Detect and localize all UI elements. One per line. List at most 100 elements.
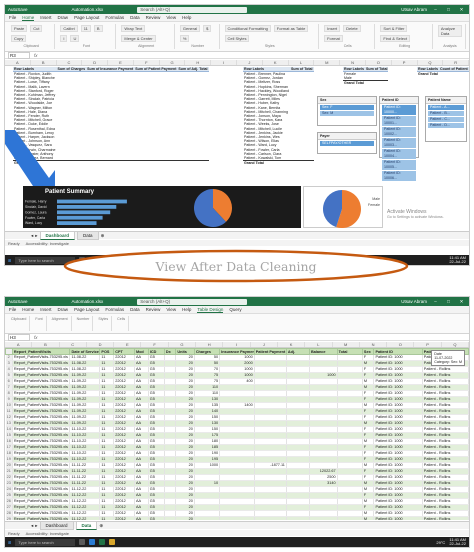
pivot-header[interactable]: Row Labels [343,67,365,72]
table-cell[interactable] [337,516,363,520]
table-cell[interactable]: Report_PatientVisits-753295.xls [12,516,71,520]
table-cell[interactable]: Report_PatientVisits-753295.xls [12,498,71,505]
table-cell[interactable] [286,516,310,520]
slicer-item[interactable]: Patient ID: 10001... [382,116,416,126]
taskbar-clock[interactable]: 11:41 AM 22-Jul-22 [449,537,466,547]
pivot-table-gender[interactable]: Row Labels Sum of Total Female Male Grand To… [343,67,389,86]
slicer-item[interactable]: Patient ID: 10002... [382,127,416,137]
status-accessibility[interactable]: Accessibility: Investigate [26,241,69,246]
menu-data[interactable]: Data [130,307,140,312]
table-cell[interactable]: Report_PatientVisits-753295.xls [12,474,71,481]
pivot-header[interactable]: Sum of Charges [56,67,87,72]
status-accessibility[interactable]: Accessibility: Investigate [26,531,69,536]
close-icon[interactable]: ✕ [457,7,466,13]
table-cell[interactable] [254,516,287,520]
menu-file[interactable]: File [9,307,16,312]
table-cell[interactable]: Report_PatientVisits-753295.xls [12,390,71,397]
ribbon-button[interactable]: Cut [30,25,43,32]
table-cell[interactable]: Report_PatientVisits-753295.xls [12,504,71,511]
minimize-icon[interactable]: – [431,299,440,304]
ribbon-button[interactable]: Calibri [60,25,78,32]
menu-draw[interactable]: Draw [58,307,69,312]
dashboard-bar[interactable] [57,205,117,209]
menu-home[interactable]: Home [22,307,34,312]
table-cell[interactable]: Report_PatientVisits-753295.xls [12,450,71,457]
slicer-item[interactable]: Sex: M [320,111,374,116]
taskbar-search[interactable]: Type here to search [15,538,76,546]
menu-insert[interactable]: Insert [40,307,51,312]
worksheet-grid[interactable]: ABCDEFGHIJKLMNOPQ Report_PatientVisits Da… [5,342,469,520]
pivot-header[interactable]: Sum of Adj. Total [177,67,209,72]
sheet-tab-dashboard[interactable]: Dashboard [39,521,74,530]
sheet-nav-left-icon[interactable]: ◂ [31,233,33,239]
table-cell[interactable]: Report_PatientVisits-753295.xls [12,408,71,415]
menu-help[interactable]: Help [182,15,191,20]
excel-taskbar-icon[interactable] [99,539,106,545]
table-cell[interactable]: 22012 [113,516,135,520]
table-cell[interactable]: G5 [148,516,165,520]
dashboard-bar[interactable] [57,210,111,215]
windows-start-icon[interactable]: ⊞ [8,540,11,545]
menu-formulas[interactable]: Formulas [105,15,124,20]
slicer-item[interactable]: Patient ID: 10006... [382,171,416,181]
user-name[interactable]: Utsav Abram [401,7,427,12]
ribbon-button[interactable]: Wrap Text [121,25,146,32]
table-row[interactable]: 29 Report_PatientVisits-753295.xls 11-12-2… [5,516,469,520]
pivot-header[interactable]: Count of Patient Name [438,67,469,72]
patient-id-slicer[interactable]: Patient ID Patient ID: 10000... Patient ID… [379,96,419,181]
table-cell[interactable]: Report_PatientVisits-753295.xls [12,468,71,475]
menu-file[interactable]: File [9,15,16,20]
table-cell[interactable]: Patient - Rollins [422,516,469,520]
payer-slicer[interactable]: Payer SELFPAY/OTHER [317,132,377,154]
table-cell[interactable]: Report_PatientVisits-753295.xls [12,402,71,409]
table-cell[interactable]: Report_PatientVisits-753295.xls [12,426,71,433]
table-cell[interactable]: Report_PatientVisits-753295.xls [12,462,71,469]
ribbon-button[interactable]: 11 [80,25,91,32]
table-cell[interactable]: Report_PatientVisits-753295.xls [12,372,71,379]
table-cell[interactable]: Report_PatientVisits-753295.xls [12,420,71,427]
fx-icon[interactable]: fx [34,335,38,340]
sheet-nav-right-icon[interactable]: ▸ [35,523,37,529]
search-box[interactable]: Search (Alt+Q) [137,298,248,305]
pivot-table-mid[interactable]: Row Labels Sum of Total Patient - Brenner,… [243,67,314,166]
folder-icon[interactable] [109,539,116,545]
slicer-item[interactable]: Sex: F [320,105,374,110]
ribbon-button[interactable]: Insert [324,25,341,32]
menu-home[interactable]: Home [22,15,35,21]
table-cell[interactable]: Patient ID: 1000 [373,516,423,520]
ribbon-button[interactable]: Copy [11,35,27,42]
table-cell[interactable]: Report_PatientVisits-753295.xls [12,396,71,403]
ribbon-button[interactable]: Conditional Formatting [224,25,271,32]
menu-insert[interactable]: Insert [40,15,51,20]
ribbon-button[interactable]: Analyze Data [437,25,462,37]
ribbon-button[interactable]: General [179,25,201,32]
table-cell[interactable] [194,516,221,520]
windows-start-icon[interactable]: ⊞ [8,258,11,263]
maximize-icon[interactable]: □ [444,7,453,12]
ribbon-button[interactable]: Paste [11,25,28,32]
slicer-item[interactable]: Patient - C... [428,117,464,122]
table-cell[interactable]: Report_PatientVisits-753295.xls [12,432,71,439]
ribbon-button[interactable]: Find & Select [380,35,411,42]
pivot-header[interactable]: Row Labels [417,67,439,72]
row-number[interactable]: 29 [5,516,13,520]
pivot-header[interactable]: Sum of Insurance Payment [86,67,135,72]
worksheet-grid[interactable]: ABCDEFGHIJKLMNOPQR Row Labels Sum of Char… [5,60,469,230]
table-cell[interactable] [219,516,255,520]
table-cell[interactable]: Report_PatientVisits-753295.xls [12,444,71,451]
menu-page-layout[interactable]: Page Layout [74,307,99,312]
slicer-item[interactable]: SELFPAY/OTHER [320,141,374,146]
add-sheet-icon[interactable]: ⊕ [101,233,105,239]
table-cell[interactable]: Report_PatientVisits-753295.xls [12,414,71,421]
sheet-tab-dashboard[interactable]: Dashboard [39,231,76,240]
table-cell[interactable]: Report_PatientVisits-753295.xls [12,492,71,499]
autosave-toggle[interactable]: AutoSave [8,299,28,304]
menu-review[interactable]: Review [146,15,161,20]
menu-help[interactable]: Help [182,307,191,312]
table-cell[interactable]: Report_PatientVisits-753295.xls [12,378,71,385]
menu-view[interactable]: View [166,307,176,312]
table-cell[interactable]: Report_PatientVisits-753295.xls [12,510,71,517]
autosave-toggle[interactable]: AutoSave [8,7,28,12]
name-box[interactable]: H3 [8,333,30,341]
fx-icon[interactable]: fx [34,53,38,58]
